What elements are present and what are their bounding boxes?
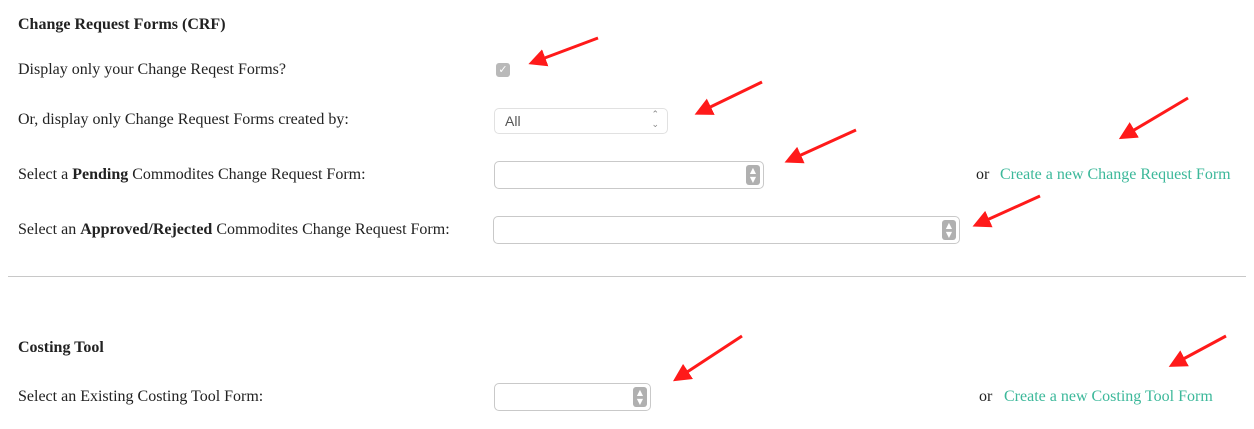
red-arrow-annotation — [528, 36, 599, 67]
red-arrow-annotation — [694, 80, 763, 115]
red-arrow-annotation — [784, 128, 857, 164]
annotation-overlay — [528, 36, 1227, 382]
red-arrow-annotation — [672, 334, 743, 382]
red-arrow-annotation — [1168, 334, 1227, 367]
red-arrow-annotation — [1118, 96, 1189, 140]
red-arrow-annotation — [972, 194, 1041, 228]
